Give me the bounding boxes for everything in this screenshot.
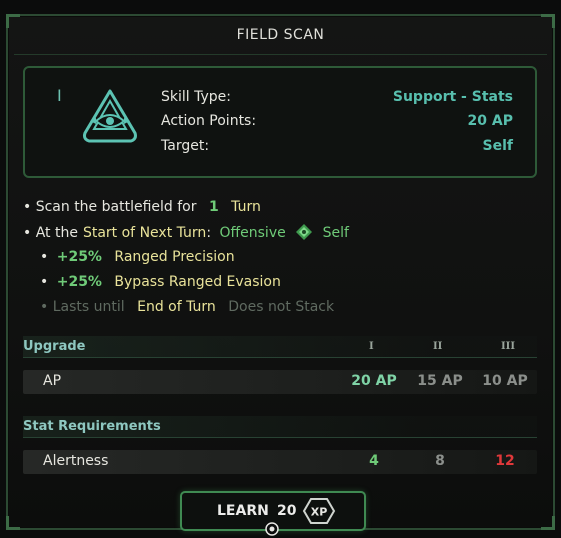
description-line: • Lasts until End of Turn Does not Stack [40, 299, 338, 315]
ap-level-2: 15 AP [417, 373, 463, 389]
learn-cost: 20 [277, 503, 297, 519]
description-line: • At the Start of Next Turn: Offensive Se… [23, 224, 353, 241]
bonus-effect: Bypass Ranged Evasion [114, 274, 281, 290]
frame-corner [6, 516, 20, 530]
effect-target: Self [322, 225, 349, 241]
requirement-row-alertness: Alertness 4 8 12 [23, 450, 537, 474]
upgrade-header: Upgrade I II III [23, 336, 537, 358]
skill-title: FIELD SCAN [236, 27, 325, 43]
frame-corner [541, 516, 555, 530]
bonus-amount: +25% [56, 249, 102, 265]
skill-tier: I [57, 86, 62, 105]
description-line: • +25% Ranged Precision [40, 249, 239, 265]
requirements-header: Stat Requirements [23, 416, 537, 438]
requirements-title: Stat Requirements [23, 419, 161, 434]
xp-icon-text: XP [311, 506, 328, 519]
target-value: Self [482, 138, 513, 154]
description-text: • Scan the battlefield for [23, 199, 197, 215]
description-line: • Scan the battlefield for 1 Turn [23, 199, 265, 215]
alertness-level-1: 4 [369, 453, 379, 469]
alertness-level-3: 12 [495, 453, 515, 469]
effect-kind: Offensive [219, 225, 286, 241]
ap-level-3: 10 AP [482, 373, 528, 389]
green-diamond-icon [296, 224, 313, 240]
xp-icon: XP [302, 498, 336, 524]
skill-info-box: I Skill Type: Support - Stats Action Poi… [23, 66, 537, 178]
alertness-level-2: 8 [435, 453, 445, 469]
skill-type-value: Support - Stats [392, 89, 513, 105]
target-reticle-icon [265, 522, 279, 536]
action-points-label: Action Points: [161, 113, 257, 129]
bullet: • [40, 249, 49, 265]
triangle-eye-icon [83, 89, 137, 143]
trigger-timing: Start of Next Turn [82, 225, 207, 241]
upgrade-title: Upgrade [23, 339, 86, 354]
action-points-value: 20 AP [467, 113, 513, 129]
upgrade-row-label: AP [43, 373, 62, 389]
duration-text: • Lasts until [40, 299, 125, 315]
duration-end: End of Turn [137, 299, 216, 315]
info-row-target: Target: Self [161, 138, 513, 160]
bonus-effect: Ranged Precision [114, 249, 235, 265]
bullet: • [40, 274, 49, 290]
turn-count: 1 [208, 199, 219, 215]
level-1-label: I [369, 341, 374, 352]
ap-level-1: 20 AP [351, 373, 397, 389]
learn-label: LEARN [217, 503, 269, 519]
frame-corner [6, 14, 20, 28]
description-line: • +25% Bypass Ranged Evasion [40, 274, 285, 290]
skill-type-label: Skill Type: [161, 89, 231, 105]
upgrade-row-ap: AP 20 AP 15 AP 10 AP [23, 370, 537, 394]
bonus-amount: +25% [56, 274, 102, 290]
description-text: : [206, 225, 212, 241]
description-text: • At the [23, 225, 78, 241]
turn-unit: Turn [231, 199, 261, 215]
stacking-note: Does not Stack [228, 299, 335, 315]
info-row-skill-type: Skill Type: Support - Stats [161, 89, 513, 111]
info-row-action-points: Action Points: 20 AP [161, 113, 513, 135]
level-2-label: II [433, 341, 443, 352]
frame-corner [541, 14, 555, 28]
level-3-label: III [501, 341, 516, 352]
requirement-label: Alertness [43, 453, 109, 469]
target-label: Target: [161, 138, 210, 154]
title-divider [14, 54, 547, 55]
